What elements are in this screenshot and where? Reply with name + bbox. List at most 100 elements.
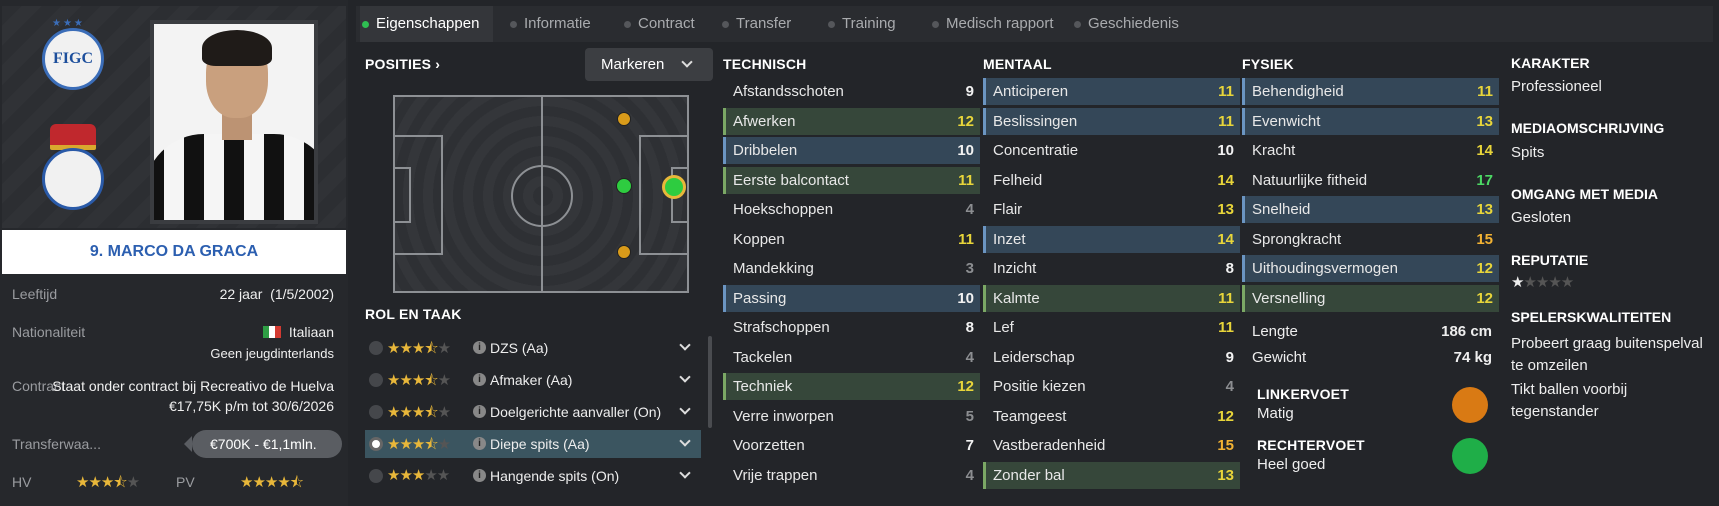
tab-eigenschappen[interactable]: Eigenschappen bbox=[360, 6, 494, 42]
club-badge[interactable] bbox=[42, 148, 104, 210]
attribute-row[interactable]: Koppen 11 bbox=[723, 226, 980, 253]
attribute-value: 14 bbox=[1217, 230, 1234, 248]
attribute-row[interactable]: Vrije trappen 4 bbox=[723, 462, 980, 489]
attribute-row[interactable]: Techniek 12 bbox=[723, 373, 980, 400]
attribute-row[interactable]: Uithoudingsvermogen 12 bbox=[1242, 255, 1499, 282]
attribute-row[interactable]: Concentratie 10 bbox=[983, 137, 1240, 164]
attribute-row[interactable]: Felheid 14 bbox=[983, 167, 1240, 194]
reputatie-stars: ★★★★★ bbox=[1511, 274, 1574, 291]
attribute-row[interactable]: Dribbelen 10 bbox=[723, 137, 980, 164]
tab-medisch-rapport[interactable]: Medisch rapport bbox=[930, 6, 1054, 42]
attribute-name: Lef bbox=[993, 319, 1014, 336]
info-icon[interactable]: i bbox=[473, 469, 486, 482]
attribute-value: 4 bbox=[965, 201, 974, 218]
club-crown-icon bbox=[50, 124, 96, 150]
attribute-row[interactable]: Mandekking 3 bbox=[723, 255, 980, 282]
chevron-down-icon[interactable] bbox=[679, 339, 691, 351]
info-icon[interactable]: i bbox=[473, 437, 486, 450]
attribute-row[interactable]: Natuurlijke fitheid 17 bbox=[1242, 167, 1499, 194]
attribute-row[interactable]: Evenwicht 13 bbox=[1242, 107, 1499, 135]
attribute-row[interactable]: Behendigheid 11 bbox=[1242, 78, 1499, 105]
role-radio[interactable] bbox=[369, 437, 383, 451]
attribute-row[interactable]: Eerste balcontact 11 bbox=[723, 166, 980, 194]
attribute-row[interactable]: Voorzetten 7 bbox=[723, 432, 980, 459]
markeren-dropdown[interactable]: Markeren bbox=[585, 48, 713, 81]
attribute-value: 15 bbox=[1476, 230, 1493, 248]
attribute-row[interactable]: Sprongkracht 15 bbox=[1242, 226, 1499, 253]
roles-scrollbar[interactable] bbox=[708, 336, 712, 428]
chevron-down-icon[interactable] bbox=[679, 435, 691, 447]
role-item[interactable]: ★★★⯪★ i Doelgerichte aanvaller (On) bbox=[365, 398, 701, 426]
positions-title[interactable]: POSITIES › bbox=[365, 56, 440, 72]
attribute-row[interactable]: Tackelen 4 bbox=[723, 344, 980, 371]
role-item[interactable]: ★★★⯪★ i Diepe spits (Aa) bbox=[365, 430, 701, 458]
role-radio[interactable] bbox=[369, 373, 383, 387]
role-item[interactable]: ★★★⯪★ i Afmaker (Aa) bbox=[365, 366, 701, 394]
attribute-row[interactable]: Flair 13 bbox=[983, 196, 1240, 223]
federation-badge[interactable]: FIGC bbox=[42, 28, 104, 90]
attribute-row[interactable]: Inzicht 8 bbox=[983, 255, 1240, 282]
attribute-row[interactable]: Afwerken 12 bbox=[723, 107, 980, 135]
attribute-row[interactable]: Lef 11 bbox=[983, 314, 1240, 341]
attribute-row[interactable]: Inzet 14 bbox=[983, 225, 1240, 253]
attribute-row[interactable]: Leiderschap 9 bbox=[983, 344, 1240, 371]
attribute-value: 9 bbox=[965, 83, 974, 100]
linkervoet-label: LINKERVOET bbox=[1257, 386, 1349, 402]
kwaliteiten-label: SPELERSKWALITEITEN bbox=[1511, 309, 1672, 325]
tab-geschiedenis[interactable]: Geschiedenis bbox=[1072, 6, 1179, 42]
nationality-value[interactable]: Italiaan bbox=[289, 324, 334, 340]
info-icon[interactable]: i bbox=[473, 373, 486, 386]
position-dot-natural bbox=[616, 178, 632, 194]
attribute-row[interactable]: Snelheid 13 bbox=[1242, 196, 1499, 223]
attribute-row[interactable]: Beslissingen 11 bbox=[983, 107, 1240, 135]
attribute-row[interactable]: Kracht 14 bbox=[1242, 137, 1499, 164]
attribute-row[interactable]: Versnelling 12 bbox=[1242, 284, 1499, 312]
attribute-row[interactable]: Teamgeest 12 bbox=[983, 403, 1240, 430]
info-icon[interactable]: i bbox=[473, 341, 486, 354]
attribute-row[interactable]: Anticiperen 11 bbox=[983, 78, 1240, 105]
attribute-row[interactable]: Kalmte 11 bbox=[983, 284, 1240, 312]
tab-informatie[interactable]: Informatie bbox=[508, 6, 591, 42]
chevron-down-icon[interactable] bbox=[679, 403, 691, 415]
gewicht-value: 74 kg bbox=[1453, 349, 1492, 366]
attribute-value: 10 bbox=[957, 142, 974, 159]
position-pitch[interactable] bbox=[393, 95, 689, 293]
tab-contract[interactable]: Contract bbox=[622, 6, 695, 42]
role-radio[interactable] bbox=[369, 405, 383, 419]
attribute-name: Inzicht bbox=[993, 260, 1037, 277]
media-value: Spits bbox=[1511, 144, 1545, 161]
attribute-name: Beslissingen bbox=[993, 112, 1078, 130]
attribute-row[interactable]: Vastberadenheid 15 bbox=[983, 432, 1240, 459]
attribute-value: 7 bbox=[965, 437, 974, 454]
attribute-row[interactable]: Hoekschoppen 4 bbox=[723, 196, 980, 223]
transfer-value-pill[interactable]: €700K - €1,1mln. bbox=[184, 430, 342, 458]
ability-row: HV ★★★⯪★ PV ★★★★⯪ bbox=[12, 474, 334, 491]
attribute-name: Teamgeest bbox=[993, 407, 1067, 425]
chevron-down-icon[interactable] bbox=[679, 371, 691, 383]
attribute-value: 10 bbox=[1217, 142, 1234, 159]
role-item[interactable]: ★★★⯪★ i DZS (Aa) bbox=[365, 334, 701, 362]
attribute-name: Verre inworpen bbox=[733, 407, 834, 425]
info-icon[interactable]: i bbox=[473, 405, 486, 418]
attribute-row[interactable]: Afstandsschoten 9 bbox=[723, 78, 980, 105]
chevron-down-icon[interactable] bbox=[679, 467, 691, 479]
role-radio[interactable] bbox=[369, 341, 383, 355]
tab-transfer[interactable]: Transfer bbox=[720, 6, 791, 42]
attribute-value: 13 bbox=[1217, 201, 1234, 218]
contract-club: Staat onder contract bij Recreativo de H… bbox=[52, 378, 334, 394]
tab-training[interactable]: Training bbox=[826, 6, 896, 42]
gewicht-row: Gewicht 74 kg bbox=[1252, 349, 1492, 366]
attribute-row[interactable]: Passing 10 bbox=[723, 284, 980, 312]
attribute-row[interactable]: Zonder bal 13 bbox=[983, 461, 1240, 489]
rechtervoet-value: Heel goed bbox=[1257, 456, 1326, 473]
attribute-value: 12 bbox=[1476, 260, 1493, 277]
roles-title: ROL EN TAAK bbox=[365, 306, 462, 322]
fysiek-title: FYSIEK bbox=[1242, 56, 1294, 72]
contract-row: Contract Staat onder contract bij Recrea… bbox=[12, 378, 334, 414]
attribute-row[interactable]: Strafschoppen 8 bbox=[723, 314, 980, 341]
attribute-row[interactable]: Positie kiezen 4 bbox=[983, 373, 1240, 400]
omgang-label: OMGANG MET MEDIA bbox=[1511, 186, 1658, 202]
role-item[interactable]: ★★★★★ i Hangende spits (On) bbox=[365, 462, 701, 490]
attribute-row[interactable]: Verre inworpen 5 bbox=[723, 403, 980, 430]
role-radio[interactable] bbox=[369, 469, 383, 483]
